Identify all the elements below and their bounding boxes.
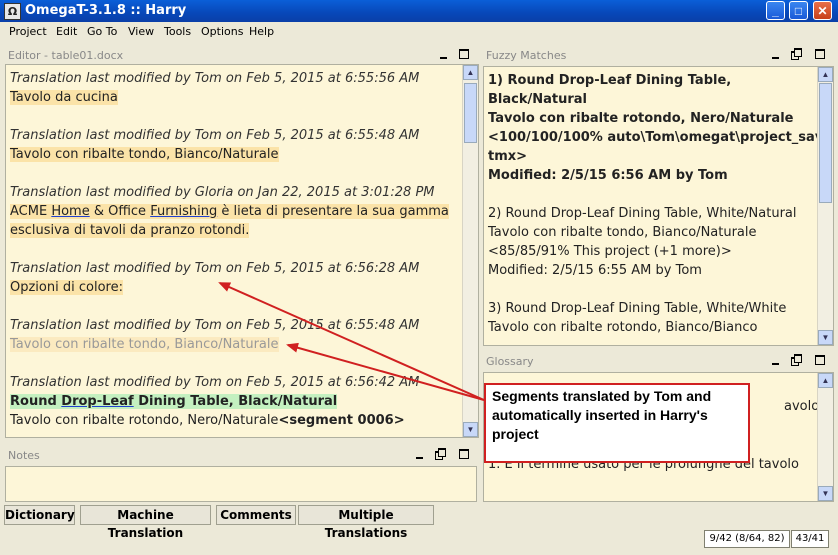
match-2-origin: <85/85/91% This project (+1 more)> <box>488 244 732 259</box>
match-1-source-cont[interactable]: Black/Natural <box>488 92 587 107</box>
segment-6-meta: Translation last modified by Tom on Feb … <box>10 375 420 390</box>
fuzzy-matches-content[interactable]: 1) Round Drop-Leaf Dining Table, Black/N… <box>483 66 834 346</box>
translation-text[interactable]: Tavolo con ribalte tondo, Bianco/Natural… <box>10 147 279 162</box>
segment-1-translation[interactable]: Tavolo da cucina <box>10 90 118 105</box>
translation-text[interactable]: Tavolo con ribalte tondo, Bianco/Natural… <box>10 337 279 352</box>
segment-2-translation[interactable]: Tavolo con ribalte tondo, Bianco/Natural… <box>10 147 279 162</box>
tab-dictionary[interactable]: Dictionary <box>4 505 75 525</box>
maximize-button[interactable]: □ <box>789 1 808 20</box>
tab-comments[interactable]: Comments <box>216 505 296 525</box>
editor-pane: Editor - table01.docx Translation last m… <box>4 46 479 438</box>
scroll-down-icon[interactable]: ▼ <box>818 330 833 345</box>
close-button[interactable]: ✕ <box>813 1 832 20</box>
glossary-term[interactable]: Drop-Leaf <box>61 394 133 409</box>
minimize-pane-icon[interactable] <box>414 449 425 460</box>
scroll-up-icon[interactable]: ▲ <box>818 67 833 82</box>
tab-machine-translation[interactable]: Machine Translation <box>80 505 211 540</box>
match-1-target[interactable]: Tavolo con ribalte rotondo, Nero/Natural… <box>488 111 793 126</box>
fuzzy-matches-header: Fuzzy Matches <box>482 46 834 64</box>
source-text: Dining Table, Black/Natural <box>133 394 338 409</box>
active-segment-source[interactable]: Round Drop-Leaf Dining Table, Black/Natu… <box>10 394 338 409</box>
menu-help[interactable]: Help <box>249 25 274 38</box>
editor-pane-title: Editor - table01.docx <box>8 49 124 62</box>
segment-2-meta: Translation last modified by Tom on Feb … <box>10 128 420 143</box>
segment-tag: <segment 0006> <box>278 413 405 428</box>
translation-text: ACME <box>10 204 52 219</box>
editor-pane-header: Editor - table01.docx <box>4 46 478 64</box>
active-segment-translation[interactable]: Tavolo con ribalte rotondo, Nero/Natural… <box>10 413 405 428</box>
scroll-up-icon[interactable]: ▲ <box>818 373 833 388</box>
glossary-entry-1[interactable]: avolo <box>784 399 819 414</box>
window-title: OmegaT-3.1.8 :: Harry <box>25 3 187 18</box>
menu-tools[interactable]: Tools <box>164 25 191 38</box>
segment-3-translation-line2[interactable]: esclusiva di tavoli da pranzo rotondi. <box>10 223 250 238</box>
match-1-modified: Modified: 2/5/15 6:56 AM by Tom <box>488 168 728 183</box>
minimize-pane-icon[interactable] <box>770 49 781 60</box>
notes-pane-header: Notes <box>4 446 478 464</box>
segment-3-meta: Translation last modified by Gloria on J… <box>10 185 435 200</box>
glossary-title: Glossary <box>486 355 534 368</box>
translation-text: & Office <box>89 204 151 219</box>
scroll-thumb[interactable] <box>464 83 477 143</box>
match-2-modified: Modified: 2/5/15 6:55 AM by Tom <box>488 263 702 278</box>
maximize-pane-icon[interactable] <box>815 355 825 365</box>
maximize-pane-icon[interactable] <box>459 49 469 59</box>
menu-project[interactable]: Project <box>9 25 47 38</box>
segment-1-meta: Translation last modified by Tom on Feb … <box>10 71 420 86</box>
segment-4-meta: Translation last modified by Tom on Feb … <box>10 261 420 276</box>
scroll-up-icon[interactable]: ▲ <box>463 65 478 80</box>
undock-pane-icon[interactable] <box>791 48 802 60</box>
match-1-origin: <100/100/100% auto\Tom\omegat\project_sa… <box>488 130 834 145</box>
editor-scrollbar[interactable]: ▲ ▼ <box>462 65 478 437</box>
match-1-source[interactable]: 1) Round Drop-Leaf Dining Table, <box>488 73 731 88</box>
progress-status: 9/42 (8/64, 82) <box>704 530 790 548</box>
undock-pane-icon[interactable] <box>435 448 446 460</box>
translation-text: è lieta di presentare la sua gamma <box>217 204 449 219</box>
translation-text[interactable]: esclusiva di tavoli da pranzo rotondi. <box>10 223 250 238</box>
menu-edit[interactable]: Edit <box>56 25 77 38</box>
fuzzy-matches-pane: Fuzzy Matches 1) Round Drop-Leaf Dining … <box>482 46 834 346</box>
tab-multiple-translations[interactable]: Multiple Translations <box>298 505 434 540</box>
glossary-header: Glossary <box>482 352 834 370</box>
minimize-pane-icon[interactable] <box>770 355 781 366</box>
minimize-button[interactable]: _ <box>766 1 785 20</box>
translation-text[interactable]: Tavolo da cucina <box>10 90 118 105</box>
glossary-term[interactable]: Furnishing <box>150 204 217 219</box>
notes-content[interactable] <box>5 466 477 502</box>
menu-goto[interactable]: Go To <box>87 25 117 38</box>
match-2-target[interactable]: Tavolo con ribalte tondo, Bianco/Natural… <box>488 225 757 240</box>
maximize-pane-icon[interactable] <box>815 49 825 59</box>
segment-5-meta: Translation last modified by Tom on Feb … <box>10 318 420 333</box>
maximize-pane-icon[interactable] <box>459 449 469 459</box>
glossary-scrollbar[interactable]: ▲ ▼ <box>817 373 833 501</box>
match-1-origin-cont: tmx> <box>488 149 528 164</box>
notes-pane: Notes <box>4 446 478 502</box>
editor-content[interactable]: Translation last modified by Tom on Feb … <box>5 64 479 438</box>
fuzzy-matches-title: Fuzzy Matches <box>486 49 567 62</box>
segment-5-translation[interactable]: Tavolo con ribalte tondo, Bianco/Natural… <box>10 337 279 352</box>
annotation-callout: Segments translated by Tom and automatic… <box>484 383 750 463</box>
match-3-source[interactable]: 3) Round Drop-Leaf Dining Table, White/W… <box>488 301 786 316</box>
segment-4-translation[interactable]: Opzioni di colore: <box>10 280 123 295</box>
title-bar: Ω OmegaT-3.1.8 :: Harry _ □ ✕ <box>0 0 838 22</box>
omegat-app-icon[interactable]: Ω <box>4 3 21 20</box>
scroll-thumb[interactable] <box>819 83 832 203</box>
menu-options[interactable]: Options <box>201 25 243 38</box>
scroll-down-icon[interactable]: ▼ <box>818 486 833 501</box>
translation-input[interactable]: Tavolo con ribalte rotondo, Nero/Natural… <box>10 413 278 428</box>
match-3-target[interactable]: Tavolo con ribalte rotondo, Bianco/Bianc… <box>488 320 757 335</box>
segment-status: 43/41 <box>791 530 829 548</box>
minimize-pane-icon[interactable] <box>438 49 449 60</box>
menu-bar: Project Edit Go To View Tools Options He… <box>0 22 838 42</box>
undock-pane-icon[interactable] <box>791 354 802 366</box>
match-2-source[interactable]: 2) Round Drop-Leaf Dining Table, White/N… <box>488 206 797 221</box>
segment-3-translation-line1[interactable]: ACME Home & Office Furnishing è lieta di… <box>10 204 449 219</box>
scroll-down-icon[interactable]: ▼ <box>463 422 478 437</box>
translation-text[interactable]: Opzioni di colore: <box>10 280 123 295</box>
source-text: Round <box>10 394 62 409</box>
glossary-term[interactable]: Home <box>51 204 89 219</box>
menu-view[interactable]: View <box>128 25 154 38</box>
notes-pane-title: Notes <box>8 449 40 462</box>
fuzzy-matches-scrollbar[interactable]: ▲ ▼ <box>817 67 833 345</box>
